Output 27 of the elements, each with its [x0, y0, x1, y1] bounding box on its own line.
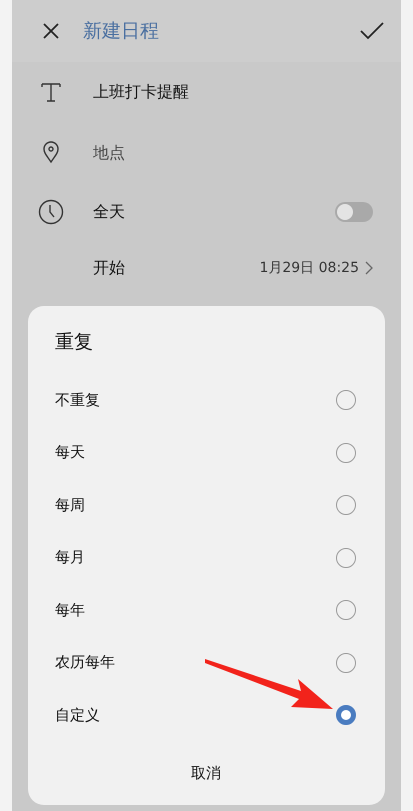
option-label[interactable]: 每周 — [55, 496, 85, 515]
option-label[interactable]: 不重复 — [55, 390, 100, 410]
radio-button[interactable] — [336, 705, 356, 726]
title-field[interactable]: 上班打卡提醒 — [93, 82, 189, 102]
all-day-label: 全天 — [93, 202, 126, 222]
radio-button[interactable] — [336, 600, 356, 620]
radio-button[interactable] — [336, 652, 356, 673]
option-label[interactable]: 自定义 — [55, 706, 100, 725]
page-title: 新建日程 — [83, 19, 160, 44]
radio-button[interactable] — [336, 442, 356, 463]
option-label[interactable]: 农历每年 — [55, 653, 115, 672]
location-field[interactable]: 地点 — [93, 142, 213, 162]
option-label[interactable]: 每天 — [55, 443, 85, 462]
all-day-toggle[interactable] — [335, 202, 373, 222]
start-label: 开始 — [93, 258, 126, 278]
radio-button[interactable] — [336, 548, 356, 568]
cancel-button[interactable]: 取消 — [171, 756, 241, 790]
option-label[interactable]: 每月 — [55, 548, 85, 568]
option-label[interactable]: 每年 — [55, 600, 85, 620]
start-value[interactable]: 1月29日 08:25 — [259, 259, 359, 277]
dialog-title: 重复 — [55, 330, 94, 355]
close-icon[interactable] — [41, 21, 61, 41]
checkmark-icon[interactable] — [359, 21, 385, 41]
chevron-right-icon — [365, 261, 373, 275]
clock-icon — [38, 199, 64, 225]
radio-button[interactable] — [336, 390, 356, 410]
radio-button[interactable] — [336, 495, 356, 516]
